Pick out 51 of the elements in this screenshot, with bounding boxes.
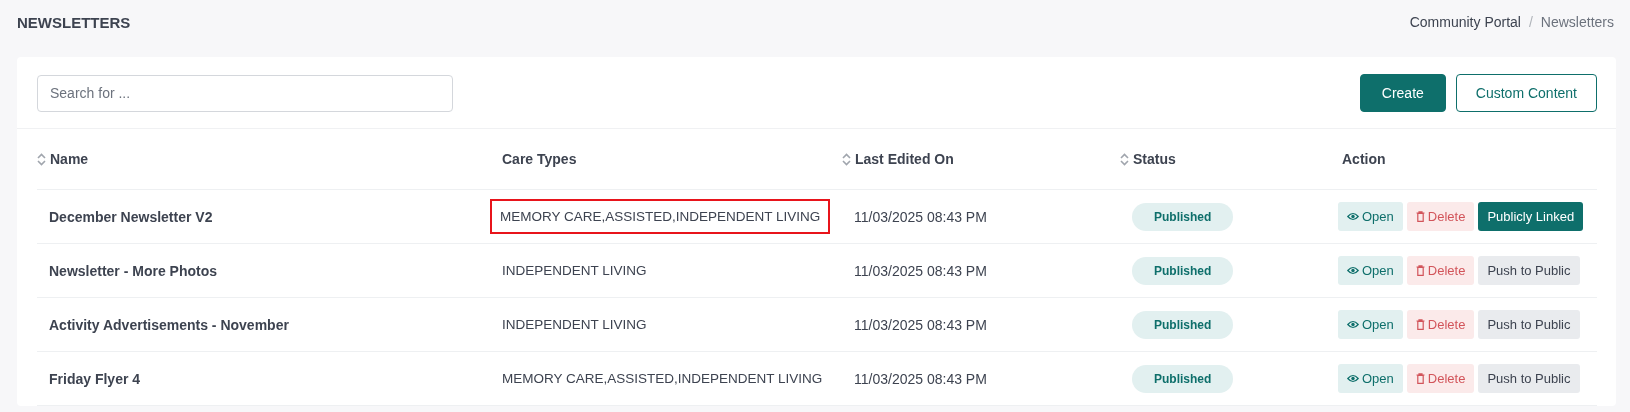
- search-field[interactable]: Search for ...: [37, 74, 453, 112]
- sort-icon[interactable]: [1120, 152, 1129, 166]
- page-title: NEWSLETTERS: [17, 13, 131, 31]
- publicly-linked-button[interactable]: Publicly Linked: [1478, 202, 1584, 231]
- care-types: INDEPENDENT LIVING: [501, 262, 648, 280]
- last-edited-date: 11/03/2025 08:43 PM: [854, 316, 988, 333]
- breadcrumb-item[interactable]: Community Portal: [1409, 14, 1521, 30]
- sort-icon[interactable]: [37, 152, 46, 166]
- eye-icon: [1347, 266, 1359, 275]
- create-button[interactable]: Create: [1359, 74, 1446, 112]
- open-button[interactable]: Open: [1338, 256, 1403, 285]
- care-types: MEMORY CARE,ASSISTED,INDEPENDENT LIVING: [501, 370, 824, 388]
- last-edited-date: 11/03/2025 08:43 PM: [854, 208, 988, 225]
- delete-button[interactable]: Delete: [1406, 256, 1475, 285]
- eye-icon: [1347, 320, 1359, 329]
- breadcrumb-separator: /: [1528, 14, 1533, 30]
- push-to-public-button[interactable]: Push to Public: [1478, 310, 1580, 339]
- newsletter-name: December Newsletter V2: [48, 208, 214, 225]
- sort-icon[interactable]: [842, 152, 851, 166]
- last-edited-date: 11/03/2025 08:43 PM: [854, 262, 988, 279]
- status-badge: Published: [1132, 310, 1234, 339]
- newsletter-name: Activity Advertisements - November: [48, 316, 290, 333]
- last-edited-date: 11/03/2025 08:43 PM: [854, 370, 988, 387]
- column-header: Care Types: [502, 151, 577, 167]
- trash-icon: [1415, 319, 1425, 330]
- trash-icon: [1415, 211, 1425, 222]
- care-types: INDEPENDENT LIVING: [501, 316, 648, 334]
- newsletter-name: Friday Flyer 4: [48, 370, 142, 387]
- open-button[interactable]: Open: [1338, 310, 1403, 339]
- trash-icon: [1415, 373, 1425, 384]
- delete-button[interactable]: Delete: [1406, 310, 1475, 339]
- open-button[interactable]: Open: [1338, 202, 1403, 231]
- status-badge: Published: [1132, 256, 1234, 285]
- delete-button[interactable]: Delete: [1406, 202, 1475, 231]
- trash-icon: [1415, 265, 1425, 276]
- push-to-public-button[interactable]: Push to Public: [1478, 364, 1580, 393]
- newsletter-name: Newsletter - More Photos: [48, 262, 219, 279]
- column-header[interactable]: Name: [50, 151, 89, 167]
- status-badge: Published: [1132, 202, 1234, 231]
- eye-icon: [1347, 374, 1359, 383]
- eye-icon: [1347, 212, 1359, 221]
- delete-button[interactable]: Delete: [1406, 364, 1475, 393]
- column-header: Action: [1342, 151, 1386, 167]
- status-badge: Published: [1132, 364, 1234, 393]
- open-button[interactable]: Open: [1338, 364, 1403, 393]
- custom-content-button[interactable]: Custom Content: [1455, 74, 1597, 112]
- breadcrumb-item: Newsletters: [1540, 14, 1614, 30]
- column-header[interactable]: Status: [1133, 151, 1176, 167]
- column-header[interactable]: Last Edited On: [855, 151, 954, 167]
- push-to-public-button[interactable]: Push to Public: [1478, 256, 1580, 285]
- care-types: MEMORY CARE,ASSISTED,INDEPENDENT LIVING: [490, 199, 831, 234]
